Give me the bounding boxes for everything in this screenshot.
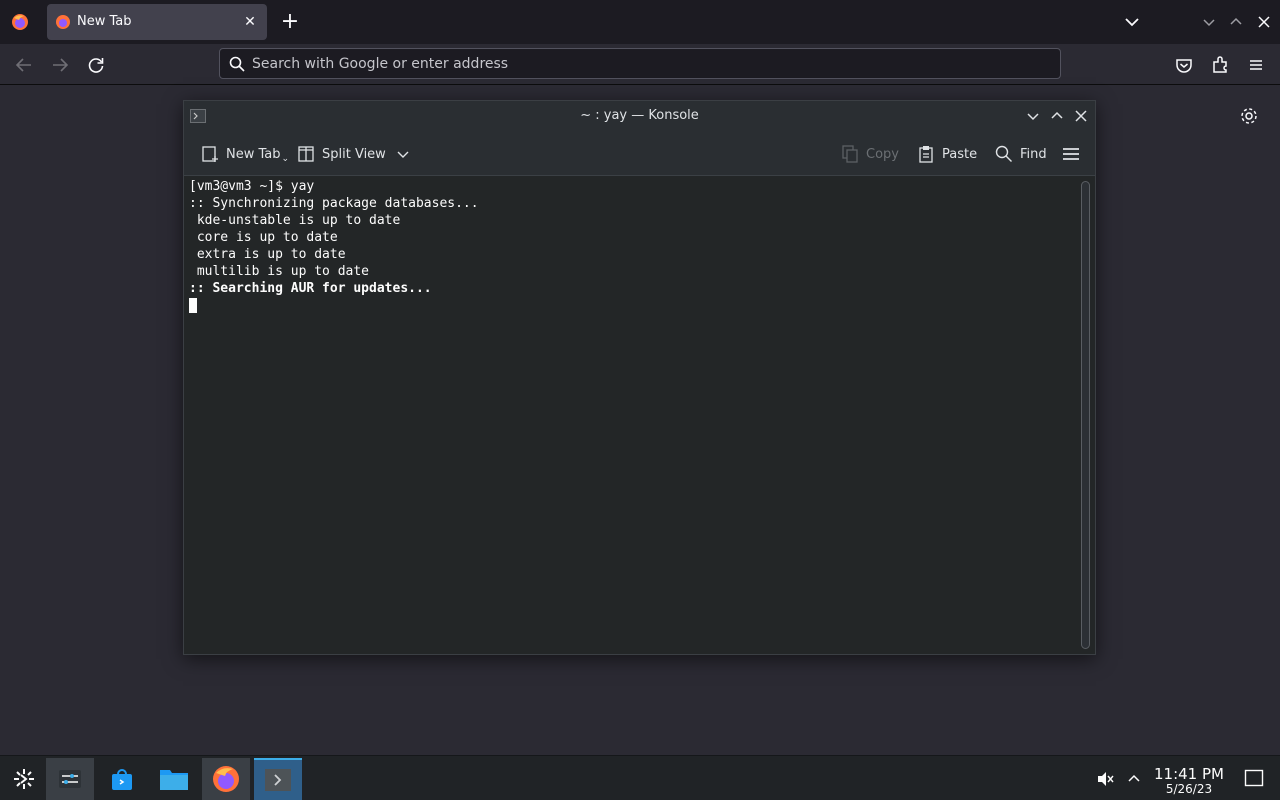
tray-expand-icon[interactable]: [1126, 770, 1142, 786]
konsole-titlebar[interactable]: ~ : yay — Konsole: [184, 101, 1095, 131]
terminal-line: :: Synchronizing package databases...: [189, 196, 479, 211]
new-tab-button[interactable]: +: [278, 10, 302, 34]
maximize-window-icon[interactable]: [1226, 12, 1246, 32]
app-launcher-icon[interactable]: [0, 758, 48, 800]
find-label: Find: [1020, 146, 1047, 162]
find-button[interactable]: Find: [995, 142, 1047, 166]
konsole-toolbar: New Tab ⌄ Split View Copy Paste Find: [184, 131, 1095, 176]
clock-date[interactable]: 5/26/23: [1148, 782, 1230, 796]
volume-muted-icon[interactable]: [1096, 770, 1114, 788]
konsole-window: ~ : yay — Konsole New Tab ⌄ Split View C…: [183, 100, 1096, 655]
system-settings-icon[interactable]: [46, 758, 94, 800]
paste-icon: [919, 146, 933, 163]
terminal-line: multilib is up to date: [189, 264, 370, 279]
search-icon: [995, 145, 1012, 162]
terminal-line: core is up to date: [189, 230, 338, 245]
split-view-icon: [298, 146, 314, 162]
browser-nav-bar: Search with Google or enter address: [0, 44, 1280, 85]
pocket-icon[interactable]: [1171, 52, 1197, 78]
discover-store-icon[interactable]: [98, 758, 146, 800]
app-menu-icon[interactable]: [1243, 52, 1269, 78]
split-view-label: Split View: [322, 146, 386, 162]
close-tab-icon[interactable]: ✕: [241, 13, 259, 31]
reload-icon[interactable]: [83, 52, 109, 78]
clock-time[interactable]: 11:41 PM: [1148, 765, 1230, 783]
extensions-icon[interactable]: [1207, 52, 1233, 78]
forward-icon[interactable]: [47, 52, 73, 78]
copy-button[interactable]: Copy: [841, 142, 899, 166]
paste-button[interactable]: Paste: [917, 142, 977, 166]
terminal-scrollbar[interactable]: [1081, 181, 1090, 649]
address-bar[interactable]: Search with Google or enter address: [219, 48, 1061, 79]
taskbar: 11:41 PM 5/26/23: [0, 755, 1280, 800]
browser-tab-bar: New Tab ✕ +: [0, 0, 1280, 44]
window-title: ~ : yay — Konsole: [580, 108, 699, 123]
new-tab-icon: [202, 146, 218, 162]
terminal-line: kde-unstable is up to date: [189, 213, 401, 228]
split-view-button[interactable]: Split View: [297, 142, 417, 166]
show-desktop-icon[interactable]: [1244, 769, 1264, 787]
chevron-down-icon: [397, 151, 409, 158]
tab-label: New Tab: [77, 14, 132, 29]
copy-icon: [842, 145, 858, 163]
newtab-settings-gear-icon[interactable]: [1238, 105, 1260, 127]
hamburger-menu-icon[interactable]: [1062, 142, 1087, 166]
list-all-tabs-icon[interactable]: [1120, 10, 1144, 34]
dolphin-folder-icon[interactable]: [150, 758, 198, 800]
close-window-icon[interactable]: [1254, 12, 1274, 32]
copy-label: Copy: [866, 146, 899, 162]
terminal-line: [vm3@vm3 ~]$ yay: [189, 179, 315, 194]
back-icon[interactable]: [11, 52, 37, 78]
minimize-window-icon[interactable]: [1199, 12, 1219, 32]
firefox-tab-icon: [55, 14, 71, 30]
new-tab-button[interactable]: New Tab ⌄: [201, 142, 289, 166]
terminal-line: :: Searching AUR for updates...: [189, 281, 432, 296]
close-icon[interactable]: [1072, 107, 1090, 125]
firefox-taskbar-icon[interactable]: [202, 758, 250, 800]
terminal-cursor: [189, 298, 197, 313]
minimize-icon[interactable]: [1024, 107, 1042, 125]
new-tab-label: New Tab: [226, 146, 281, 162]
address-placeholder: Search with Google or enter address: [252, 56, 509, 72]
search-icon: [228, 55, 246, 73]
dropdown-arrow-icon[interactable]: ⌄: [282, 154, 290, 164]
terminal-line: extra is up to date: [189, 247, 346, 262]
maximize-icon[interactable]: [1048, 107, 1066, 125]
konsole-taskbar-icon[interactable]: [254, 758, 302, 800]
terminal-output[interactable]: [vm3@vm3 ~]$ yay :: Synchronizing packag…: [184, 176, 1079, 654]
paste-label: Paste: [942, 146, 978, 162]
firefox-menu-icon[interactable]: [10, 12, 30, 32]
browser-tab[interactable]: New Tab ✕: [47, 4, 267, 40]
